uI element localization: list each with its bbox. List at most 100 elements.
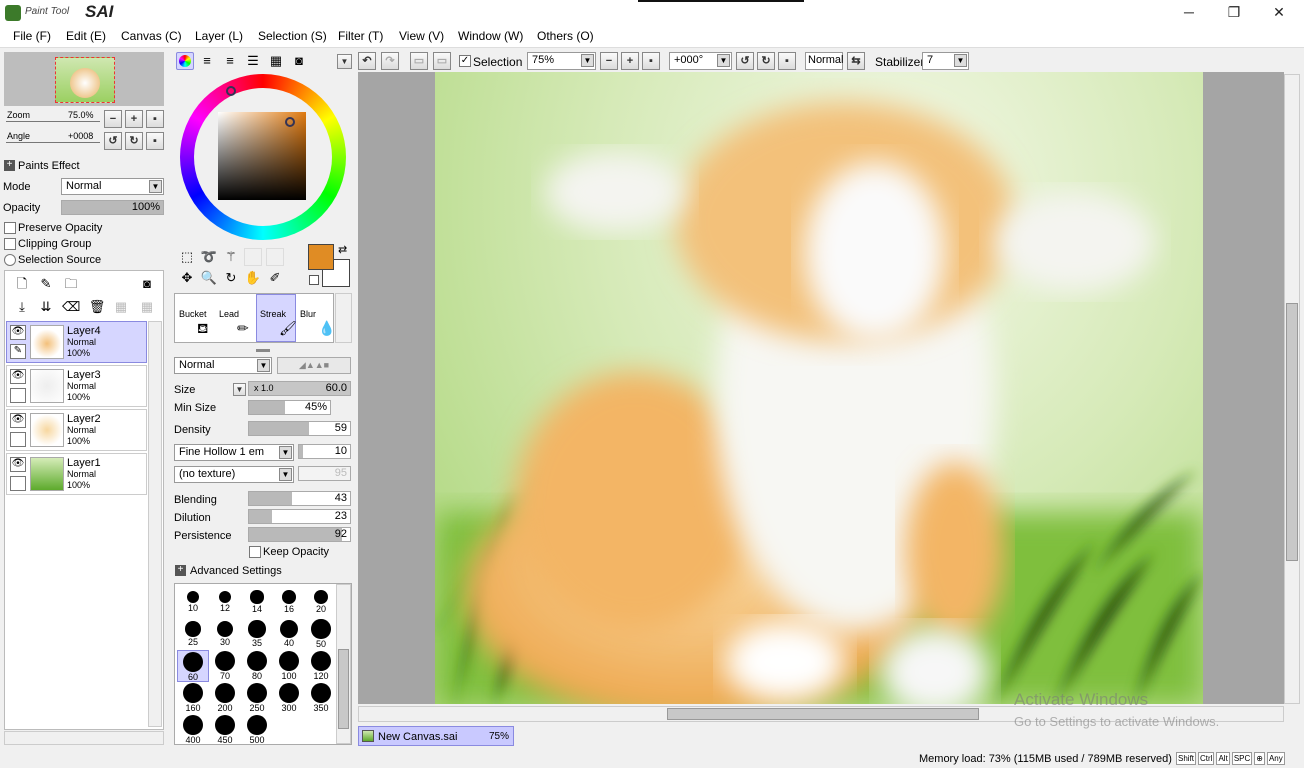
menu-others[interactable]: Others (O) — [537, 29, 594, 43]
maximize-button[interactable]: ❐ — [1211, 0, 1257, 24]
blending-slider[interactable]: 43 — [248, 491, 351, 506]
rotate-reset-button[interactable]: ▪ — [146, 132, 164, 150]
view-mode-select[interactable]: Normal — [805, 52, 843, 70]
brush-shape-select[interactable]: Fine Hollow 1 em ▼ — [174, 444, 294, 461]
brush-grid-scrollbar[interactable] — [335, 293, 352, 343]
brush-size-preset[interactable]: 20 — [305, 586, 337, 618]
swatches-tab[interactable]: ☰ — [244, 52, 262, 70]
selection-source-radio[interactable] — [4, 254, 16, 266]
zoom-icon[interactable]: 🔍 — [200, 269, 218, 287]
minimize-button[interactable]: ─ — [1166, 0, 1212, 24]
canvas-rotate-right-button[interactable]: ↻ — [757, 52, 775, 70]
lock-box[interactable] — [10, 388, 26, 403]
panel-menu-button[interactable]: ▼ — [337, 54, 352, 69]
brush-size-preset[interactable]: 300 — [273, 682, 305, 714]
eyedropper-icon[interactable]: ✐ — [266, 269, 284, 287]
brush-blur[interactable]: Blur 💧 — [296, 294, 336, 342]
canvas-zoom-select[interactable]: 75% ▼ — [527, 52, 596, 70]
persistence-slider[interactable]: 92 — [248, 527, 351, 542]
stabilizer-select[interactable]: 7 ▼ — [922, 52, 969, 70]
move-icon[interactable]: ✥ — [178, 269, 196, 287]
brush-size-preset[interactable]: 200 — [209, 682, 241, 714]
menu-canvas[interactable]: Canvas (C) — [121, 29, 182, 43]
brush-size-preset[interactable]: 40 — [273, 618, 305, 650]
delete-mask-icon[interactable]: ▦ — [138, 298, 156, 316]
brush-size-preset[interactable]: 500 — [241, 714, 273, 746]
brush-size-preset[interactable]: 70 — [209, 650, 241, 682]
zoom-reset-button[interactable]: ▪ — [146, 110, 164, 128]
brush-mode-select[interactable]: Normal ▼ — [174, 357, 272, 374]
layer-item[interactable]: 👁 Layer1 Normal 100% — [6, 453, 147, 495]
invert-selection-button[interactable]: ▭ — [433, 52, 451, 70]
brush-bucket[interactable]: Bucket ⛾ — [175, 294, 215, 342]
brush-size-preset[interactable]: 100 — [273, 650, 305, 682]
scratchpad-tab[interactable]: ▦ — [267, 52, 285, 70]
mixer-tab[interactable]: ◙ — [290, 52, 308, 70]
brush-size-preset[interactable]: 160 — [177, 682, 209, 714]
advanced-expand-icon[interactable]: + — [175, 565, 186, 576]
keep-opacity-checkbox[interactable] — [249, 546, 261, 558]
zoom-in-button[interactable]: + — [125, 110, 143, 128]
zoom-out-button[interactable]: − — [104, 110, 122, 128]
vscroll-thumb[interactable] — [1286, 303, 1298, 561]
new-layer-icon[interactable]: 🗋 — [13, 275, 31, 293]
zoom-slider[interactable] — [6, 121, 100, 122]
layer-item[interactable]: 👁 Layer3 Normal 100% — [6, 365, 147, 407]
angle-slider[interactable] — [6, 142, 100, 143]
layer-item[interactable]: 👁 Layer2 Normal 100% — [6, 409, 147, 451]
preserve-opacity-checkbox[interactable] — [4, 222, 16, 234]
brush-size-preset[interactable]: 35 — [241, 618, 273, 650]
layer-mask-icon[interactable]: ◙ — [138, 275, 156, 293]
eye-icon[interactable]: 👁 — [10, 457, 26, 472]
canvas-tab[interactable]: New Canvas.sai 75% — [358, 726, 514, 746]
eye-icon[interactable]: 👁 — [10, 413, 26, 428]
sv-marker[interactable] — [285, 117, 295, 127]
layers-hscrollbar[interactable] — [4, 731, 164, 745]
brush-size-preset[interactable]: 50 — [305, 618, 337, 650]
brush-streak[interactable]: Streak 🖌 — [256, 294, 297, 342]
hscroll-thumb[interactable] — [667, 708, 979, 720]
brush-size-preset[interactable]: 450 — [209, 714, 241, 746]
close-button[interactable]: ✕ — [1256, 0, 1302, 24]
menu-view[interactable]: View (V) — [399, 29, 444, 43]
canvas-zoom-reset-button[interactable]: ▪ — [642, 52, 660, 70]
opacity-slider[interactable]: 100% — [61, 200, 164, 215]
canvas-zoom-in-button[interactable]: + — [621, 52, 639, 70]
canvas-rotate-reset-button[interactable]: ▪ — [778, 52, 796, 70]
brush-size-preset[interactable]: 12 — [209, 586, 241, 618]
brush-size-preset[interactable]: 120 — [305, 650, 337, 682]
rotate-right-button[interactable]: ↻ — [125, 132, 143, 150]
brush-size-preset[interactable]: 14 — [241, 586, 273, 618]
paints-effect-expand-icon[interactable]: + — [4, 160, 15, 171]
panel-splitter[interactable] — [256, 349, 270, 352]
eye-icon[interactable]: 👁 — [10, 369, 26, 384]
new-folder-icon[interactable]: 🗀 — [62, 275, 80, 293]
canvas-rotate-left-button[interactable]: ↺ — [736, 52, 754, 70]
magic-wand-icon[interactable]: ⚚ — [222, 248, 240, 266]
menu-selection[interactable]: Selection (S) — [258, 29, 327, 43]
brush-size-preset[interactable]: 10 — [177, 586, 209, 618]
lasso-icon[interactable]: ➰ — [200, 248, 218, 266]
pen-icon[interactable]: ✎ — [10, 344, 26, 359]
brush-lead[interactable]: Lead ✏ — [215, 294, 255, 342]
brush-size-preset[interactable]: 80 — [241, 650, 273, 682]
apply-mask-icon[interactable]: ▦ — [112, 298, 130, 316]
size-dropdown-button[interactable]: ▼ — [233, 383, 246, 396]
menu-window[interactable]: Window (W) — [458, 29, 523, 43]
undo-button[interactable]: ↶ — [358, 52, 376, 70]
menu-edit[interactable]: Edit (E) — [66, 29, 106, 43]
canvas-painting[interactable] — [435, 72, 1203, 704]
delete-layer-icon[interactable]: 🗑 — [88, 298, 106, 316]
brush-size-preset[interactable]: 60 — [177, 650, 209, 682]
brush-edge-shapes[interactable]: ◢▲▲■ — [277, 357, 351, 374]
eye-icon[interactable]: 👁 — [10, 325, 26, 340]
canvas-vscrollbar[interactable] — [1284, 74, 1300, 704]
canvas-angle-select[interactable]: +000° ▼ — [669, 52, 732, 70]
hue-marker[interactable] — [226, 86, 236, 96]
size-slider[interactable]: x 1.0 60.0 — [248, 381, 351, 396]
color-wheel-tab[interactable] — [176, 52, 194, 70]
rotate-left-button[interactable]: ↺ — [104, 132, 122, 150]
foreground-color-swatch[interactable] — [308, 244, 334, 270]
rgb-slider-tab[interactable]: ≡ — [198, 52, 216, 70]
lock-box[interactable] — [10, 476, 26, 491]
